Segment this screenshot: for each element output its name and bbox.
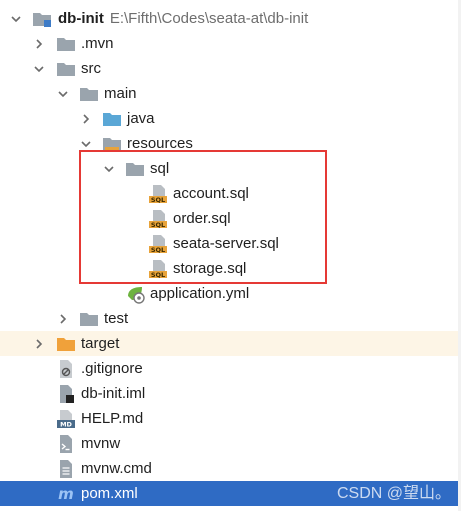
tree-item-label: resources: [127, 135, 193, 152]
tree-row-help-md[interactable]: MD HELP.md: [0, 406, 461, 431]
chevron-right-icon[interactable]: [31, 331, 47, 356]
shell-file-icon: [56, 434, 76, 454]
tree-item-label: mvnw.cmd: [81, 460, 152, 477]
tree-row-mvnw[interactable]: mvnw: [0, 431, 461, 456]
svg-text:MD: MD: [60, 421, 72, 429]
sql-file-icon: SQL: [148, 234, 168, 254]
resources-folder-icon: [102, 134, 122, 154]
module-folder-icon: [32, 9, 52, 29]
tree-item-label: .gitignore: [81, 360, 143, 377]
chevron-down-icon[interactable]: [101, 156, 117, 181]
svg-text:SQL: SQL: [151, 246, 165, 254]
tree-item-label: src: [81, 60, 101, 77]
tree-row-test[interactable]: test: [0, 306, 461, 331]
tree-row-mvnw-cmd[interactable]: mvnw.cmd: [0, 456, 461, 481]
tree-row-sql[interactable]: sql: [0, 156, 461, 181]
folder-icon: [79, 309, 99, 329]
chevron-right-icon[interactable]: [31, 31, 47, 56]
tree-item-label: seata-server.sql: [173, 235, 279, 252]
tree-item-label: db-init.iml: [81, 385, 146, 402]
tree-item-label: java: [127, 110, 155, 127]
tree-row-account-sql[interactable]: SQL account.sql: [0, 181, 461, 206]
chevron-right-icon[interactable]: [78, 106, 94, 131]
spring-config-icon: [125, 284, 145, 304]
excluded-folder-icon: [56, 334, 76, 354]
text-file-icon: [56, 459, 76, 479]
chevron-down-icon[interactable]: [31, 56, 47, 81]
iml-file-icon: [56, 384, 76, 404]
watermark: CSDN @望山。: [336, 485, 451, 502]
tree-item-label: test: [104, 310, 129, 327]
tree-row-gitignore[interactable]: .gitignore: [0, 356, 461, 381]
sql-file-icon: SQL: [148, 259, 168, 279]
folder-icon: [56, 34, 76, 54]
folder-icon: [79, 84, 99, 104]
chevron-right-icon[interactable]: [55, 306, 71, 331]
tree-row-target[interactable]: target: [0, 331, 461, 356]
folder-icon: [56, 59, 76, 79]
tree-row-java[interactable]: java: [0, 106, 461, 131]
tree-item-label: order.sql: [173, 210, 231, 227]
tree-row-db-init-iml[interactable]: db-init.iml: [0, 381, 461, 406]
tree-item-label: .mvn: [81, 35, 114, 52]
tree-row-order-sql[interactable]: SQL order.sql: [0, 206, 461, 231]
module-name: db-init: [58, 10, 104, 27]
project-tree: db-init E:\Fifth\Codes\seata-at\db-init .…: [0, 0, 461, 511]
tree-item-label: pom.xml: [81, 485, 138, 502]
chevron-down-icon[interactable]: [78, 131, 94, 156]
module-path: E:\Fifth\Codes\seata-at\db-init: [109, 10, 309, 27]
svg-text:m: m: [58, 485, 74, 503]
sql-file-icon: SQL: [148, 209, 168, 229]
tree-item-label: sql: [150, 160, 170, 177]
tree-item-label: application.yml: [150, 285, 250, 302]
tree-item-label: target: [81, 335, 120, 352]
markdown-file-icon: MD: [56, 409, 76, 429]
tree-item-label: mvnw: [81, 435, 121, 452]
svg-text:SQL: SQL: [151, 196, 165, 204]
source-folder-icon: [102, 109, 122, 129]
svg-text:SQL: SQL: [151, 271, 165, 279]
folder-icon: [125, 159, 145, 179]
tree-row-seata-server-sql[interactable]: SQL seata-server.sql: [0, 231, 461, 256]
tree-item-label: account.sql: [173, 185, 249, 202]
gitignore-file-icon: [56, 359, 76, 379]
tree-item-label: storage.sql: [173, 260, 247, 277]
tree-row-main[interactable]: main: [0, 81, 461, 106]
tree-row-resources[interactable]: resources: [0, 131, 461, 156]
tree-item-label: HELP.md: [81, 410, 144, 427]
tree-row-mvn[interactable]: .mvn: [0, 31, 461, 56]
tree-row-src[interactable]: src: [0, 56, 461, 81]
tree-row-application-yml[interactable]: application.yml: [0, 281, 461, 306]
tree-item-label: main: [104, 85, 137, 102]
tree-row-db-init[interactable]: db-init E:\Fifth\Codes\seata-at\db-init: [0, 6, 461, 31]
svg-text:SQL: SQL: [151, 221, 165, 229]
maven-pom-icon: m: [56, 484, 76, 504]
chevron-down-icon[interactable]: [8, 6, 24, 31]
tree-row-storage-sql[interactable]: SQL storage.sql: [0, 256, 461, 281]
sql-file-icon: SQL: [148, 184, 168, 204]
chevron-down-icon[interactable]: [55, 81, 71, 106]
